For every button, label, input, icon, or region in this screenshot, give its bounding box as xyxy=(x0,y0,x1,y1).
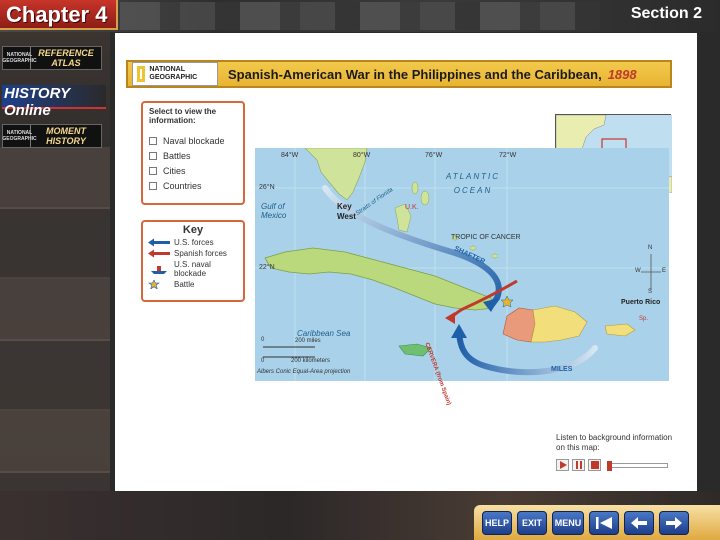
scale-zero-top: 0 xyxy=(261,337,265,343)
checkbox[interactable] xyxy=(149,136,157,145)
gulf-of-mexico-label: Gulf of Mexico xyxy=(261,202,287,220)
listen-instruction: Listen to background information on this… xyxy=(556,433,673,452)
caribbean-map: 84°W 80°W 76°W 72°W 26°N 22°N Gulf of Me… xyxy=(255,147,669,406)
blue-arrow-icon xyxy=(148,238,170,247)
puerto-rico-label: Puerto Rico xyxy=(621,299,661,306)
skip-back-icon xyxy=(596,516,612,529)
sidebar-photo-collage xyxy=(0,147,110,540)
puerto-rico-sub-label: Sp. xyxy=(639,316,649,322)
select-panel-title: Select to view the information: xyxy=(149,107,217,125)
compass-n: N xyxy=(648,245,653,251)
moment-history-label: MOMENT HISTORY xyxy=(46,126,86,146)
tropic-of-cancer-label: TROPIC OF CANCER xyxy=(451,234,521,241)
checkbox[interactable] xyxy=(149,151,157,160)
audio-progress-slider[interactable] xyxy=(607,460,668,471)
slider-knob[interactable] xyxy=(607,460,612,471)
key-item-us-forces: U.S. forces xyxy=(148,238,238,247)
stop-button[interactable] xyxy=(588,459,601,471)
key-item-battle: Battle xyxy=(148,280,238,289)
next-button[interactable] xyxy=(659,510,689,535)
reference-atlas-label: REFERENCE ATLAS xyxy=(38,48,94,68)
map-title-bar: NATIONAL GEOGRAPHIC Spanish-American War… xyxy=(126,60,672,88)
lon-label-84: 84°W xyxy=(281,152,299,159)
ship-icon xyxy=(148,265,170,274)
header-bar: Chapter 4 Section 2 xyxy=(0,0,720,32)
scale-km-label: 200 kilometers xyxy=(291,358,331,364)
first-slide-button[interactable] xyxy=(589,510,619,535)
map-key-panel: Key U.S. forces Spanish forces U.S. nava… xyxy=(141,220,245,302)
projection-label: Albers Conic Equal-Area projection xyxy=(257,369,351,375)
compass-s: S xyxy=(648,289,653,295)
menu-button[interactable]: MENU xyxy=(552,510,584,535)
ng-logo-small: NATIONAL GEOGRAPHIC xyxy=(2,47,37,69)
option-cities[interactable]: Cities xyxy=(149,163,237,178)
arrow-right-icon xyxy=(666,516,682,529)
navigation-bar: HELP EXIT MENU xyxy=(474,505,720,540)
national-geographic-logo: NATIONAL GEOGRAPHIC xyxy=(132,62,218,86)
header-photo-strip xyxy=(120,2,600,30)
compass-w: W xyxy=(635,268,641,274)
history-online-button[interactable]: HISTORY Online xyxy=(2,85,106,119)
lon-label-72: 72°W xyxy=(499,152,517,159)
uk-label: U.K. xyxy=(405,204,419,211)
red-arrow-icon xyxy=(148,249,170,258)
checkbox[interactable] xyxy=(149,166,157,175)
option-countries[interactable]: Countries xyxy=(149,178,237,193)
exit-button[interactable]: EXIT xyxy=(517,510,547,535)
pause-button[interactable] xyxy=(572,459,585,471)
checkbox[interactable] xyxy=(149,181,157,190)
battle-star-icon xyxy=(148,280,170,289)
lat-label-26: 26°N xyxy=(259,184,275,191)
caribbean-sea-label: Caribbean Sea xyxy=(297,329,351,338)
key-title: Key xyxy=(182,224,204,236)
moment-in-history-button[interactable]: NATIONAL GEOGRAPHIC MOMENT HISTORY xyxy=(2,124,102,148)
layer-select-panel: Select to view the information: Naval bl… xyxy=(141,101,245,205)
ng-logo-small: NATIONAL GEOGRAPHIC xyxy=(2,125,37,147)
lon-label-80: 80°W xyxy=(353,152,371,159)
map-year: 1898 xyxy=(607,66,637,82)
ng-frame-icon xyxy=(137,66,146,82)
chapter-title: Chapter 4 xyxy=(0,0,118,30)
option-battles[interactable]: Battles xyxy=(149,148,237,163)
compass-e: E xyxy=(662,268,667,274)
reference-atlas-button[interactable]: NATIONAL GEOGRAPHIC REFERENCE ATLAS xyxy=(2,46,102,70)
atlantic-ocean-label: ATLANTIC OCEAN xyxy=(445,172,501,195)
arrow-left-icon xyxy=(631,516,647,529)
key-item-naval-blockade: U.S. naval blockade xyxy=(148,260,238,278)
lon-label-76: 76°W xyxy=(425,152,443,159)
help-button[interactable]: HELP xyxy=(482,510,512,535)
option-naval-blockade[interactable]: Naval blockade xyxy=(149,133,237,148)
previous-button[interactable] xyxy=(624,510,654,535)
lat-label-22: 22°N xyxy=(259,264,275,271)
audio-controls xyxy=(556,459,668,471)
key-item-spanish-forces: Spanish forces xyxy=(148,249,238,258)
play-button[interactable] xyxy=(556,459,569,471)
map-title: Spanish-American War in the Philippines … xyxy=(228,66,602,82)
section-title: Section 2 xyxy=(630,5,702,22)
scale-miles-label: 200 miles xyxy=(295,338,321,344)
miles-route-label: MILES xyxy=(551,366,573,373)
scale-zero-bottom: 0 xyxy=(261,358,265,364)
